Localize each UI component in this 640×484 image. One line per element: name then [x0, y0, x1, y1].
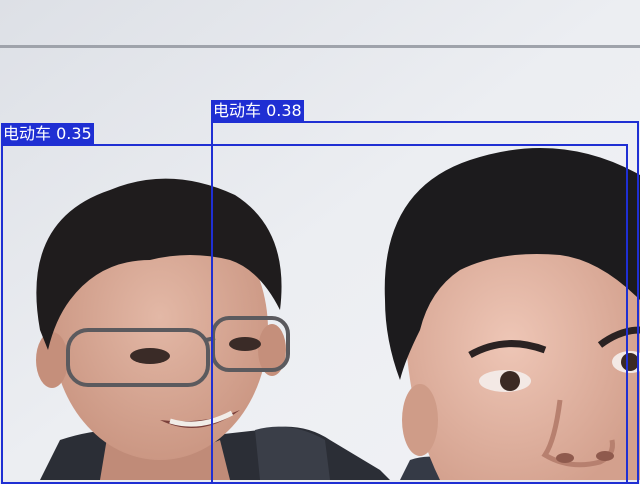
detection-label: 电动车 0.38 — [211, 100, 304, 122]
detection-label: 电动车 0.35 — [1, 123, 94, 145]
detection-box: 电动车 0.38 — [211, 100, 639, 484]
ceiling-line — [0, 45, 640, 48]
